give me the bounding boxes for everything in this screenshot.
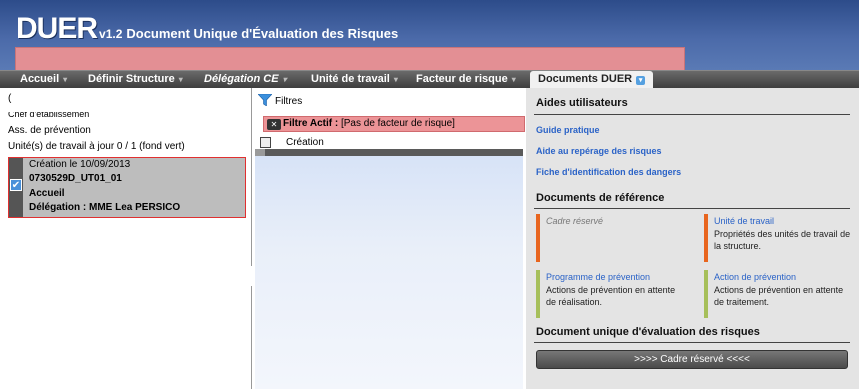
tile-title[interactable]: Programme de prévention — [546, 272, 650, 282]
app-brand: DUER v1.2 Document Unique d'Évaluation des… — [16, 12, 398, 46]
structure-panel: ( Chef d'établissemen Ass. de prévention… — [0, 88, 252, 389]
filters-label: Filtres — [275, 96, 303, 107]
menu-delegation-ce[interactable]: Délégation CE ▾ — [204, 73, 287, 85]
ref-title: Documents de référence — [536, 192, 665, 204]
tile-title: Cadre réservé — [546, 216, 604, 226]
link-guide-pratique[interactable]: Guide pratique — [536, 125, 600, 135]
menu-unite-travail[interactable]: Unité de travail ▾ — [311, 73, 398, 85]
menu-label: Facteur de risque — [416, 73, 508, 85]
app-subtitle: Document Unique d'Évaluation des Risques — [126, 26, 399, 41]
redaction-block — [122, 107, 232, 121]
creation-label: Création — [286, 137, 324, 148]
menu-label: Délégation CE — [204, 73, 279, 85]
tile-description: Actions de prévention en attente de trai… — [714, 285, 844, 307]
tile-description: Actions de prévention en attente de réal… — [546, 285, 676, 307]
app-version: v1.2 — [99, 27, 123, 41]
unit-name: Accueil — [29, 188, 65, 199]
tile-color-bar — [536, 214, 540, 262]
unit-card[interactable]: ✔ Création le 10/09/2013 0730529D_UT01_0… — [8, 157, 246, 218]
tile-title[interactable]: Unité de travail — [714, 216, 774, 226]
app-logo-text: DUER — [16, 12, 98, 45]
aides-title: Aides utilisateurs — [536, 97, 628, 109]
tile-programme-prevention[interactable]: Programme de prévention Actions de préve… — [536, 270, 686, 318]
menu-label: Documents DUER — [538, 73, 633, 85]
chevron-down-icon: ▾ — [393, 75, 398, 84]
menu-accueil[interactable]: Accueil ▾ — [20, 73, 67, 85]
tile-color-bar — [704, 214, 708, 262]
column-header-bar — [255, 149, 523, 156]
status-banner — [15, 47, 685, 71]
documents-duer-panel: Aides utilisateurs Guide pratique Aide a… — [526, 88, 859, 389]
assistant-prevention-label: Ass. de prévention — [8, 125, 91, 136]
unites-status: Unité(s) de travail à jour 0 / 1 (fond v… — [8, 141, 185, 152]
menu-definir-structure[interactable]: Définir Structure ▾ — [88, 73, 183, 85]
chevron-down-icon: ▾ — [511, 75, 516, 84]
divider — [534, 114, 850, 115]
redaction-block — [22, 91, 184, 105]
risk-panel: Filtres ✕ Filtre Actif : [Pas de facteur … — [253, 88, 525, 389]
clear-filter-icon[interactable]: ✕ — [267, 119, 281, 130]
tile-color-bar — [704, 270, 708, 318]
main-menu: Accueil ▾ Définir Structure ▾ Délégation C… — [0, 70, 859, 90]
unit-delegation: Délégation : MME Lea PERSICO — [29, 202, 180, 213]
active-filter-value: [Pas de facteur de risque] — [340, 118, 455, 129]
tile-unite-travail[interactable]: Unité de travail Propriétés des unités d… — [704, 214, 854, 262]
structure-name: ( — [8, 93, 12, 104]
tile-description: Propriétés des unités de travail de la s… — [714, 229, 851, 251]
checkbox-checked-icon[interactable]: ✔ — [10, 179, 22, 191]
chevron-down-icon: ▾ — [636, 76, 646, 85]
menu-label: Unité de travail — [311, 73, 390, 85]
chevron-down-icon: ▾ — [282, 75, 287, 84]
risk-list-area — [255, 156, 523, 389]
link-aide-reperage[interactable]: Aide au repérage des risques — [536, 146, 662, 156]
menu-label: Accueil — [20, 73, 60, 85]
column-resize-handle[interactable] — [255, 149, 265, 156]
new-document-icon — [260, 137, 271, 148]
redaction-block — [105, 121, 235, 139]
chevron-down-icon: ▾ — [63, 75, 68, 84]
chevron-down-icon: ▾ — [178, 75, 183, 84]
menu-label: Définir Structure — [88, 73, 175, 85]
active-filter-label: Filtre Actif : — [283, 118, 339, 129]
filters-button[interactable]: Filtres — [258, 94, 302, 107]
link-fiche-identification[interactable]: Fiche d'identification des dangers — [536, 167, 681, 177]
cadre-reserve-button[interactable]: >>>> Cadre réservé <<<< — [536, 350, 848, 369]
tile-color-bar — [536, 270, 540, 318]
tile-cadre-reserve: Cadre réservé — [536, 214, 686, 262]
unit-created-date: Création le 10/09/2013 — [29, 159, 131, 170]
app-header: DUER v1.2 Document Unique d'Évaluation des… — [0, 0, 859, 71]
divider — [534, 208, 850, 209]
unit-code: 0730529D_UT01_01 — [29, 173, 122, 184]
unit-delegation-text: Délégation : MME Lea PERSICO — [29, 202, 181, 213]
duer-title: Document unique d'évaluation des risques — [536, 326, 760, 338]
menu-facteur-risque[interactable]: Facteur de risque ▾ — [416, 73, 516, 85]
redaction-block — [8, 105, 126, 112]
active-filter-bar: ✕ Filtre Actif : [Pas de facteur de risqu… — [263, 116, 525, 132]
tile-action-prevention[interactable]: Action de prévention Actions de préventi… — [704, 270, 854, 318]
app-window: DUER v1.2 Document Unique d'Évaluation des… — [0, 0, 859, 389]
tile-title[interactable]: Action de prévention — [714, 272, 796, 282]
filter-funnel-icon — [258, 94, 272, 106]
divider — [534, 342, 850, 343]
